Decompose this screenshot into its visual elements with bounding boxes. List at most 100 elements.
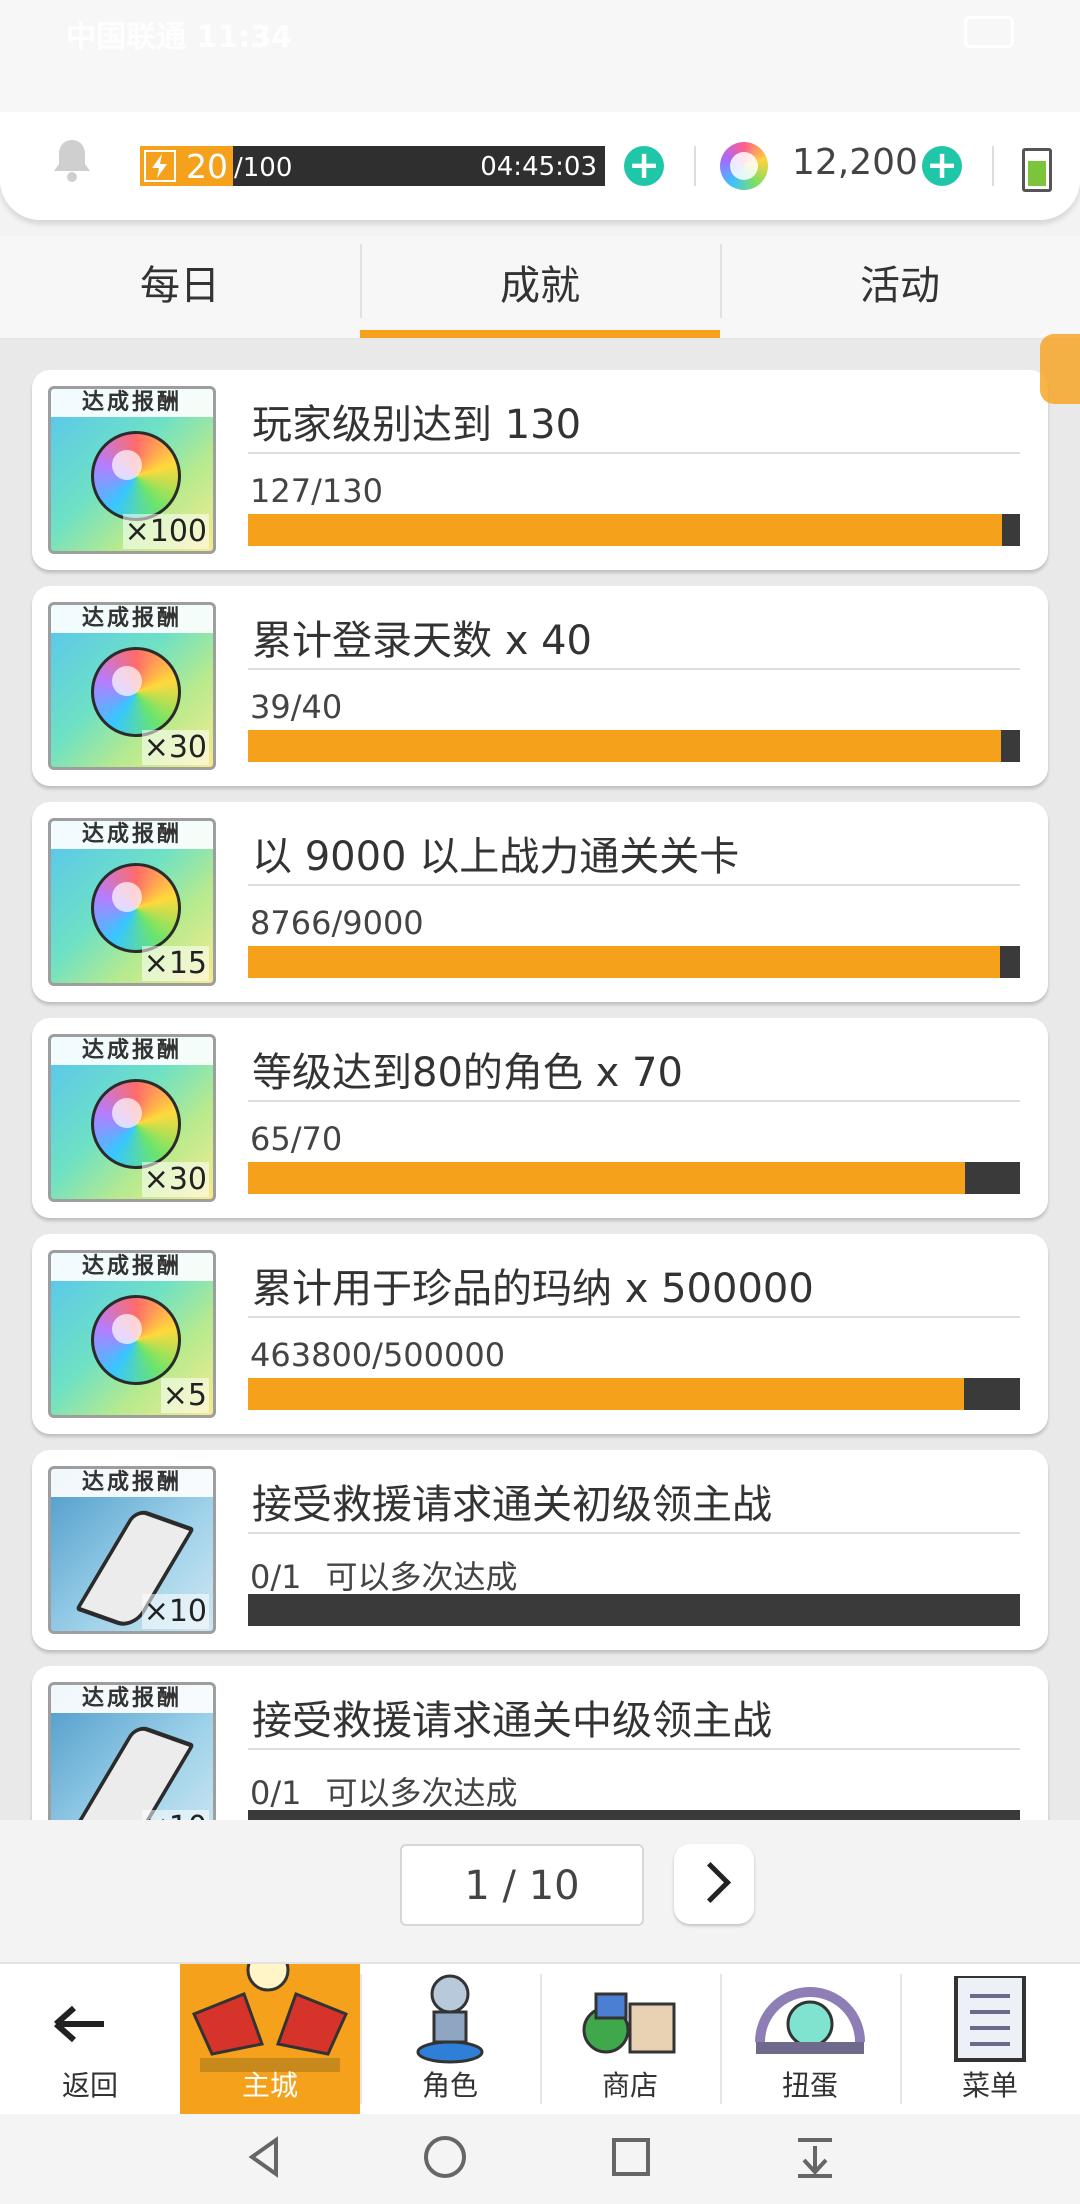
divider	[694, 146, 696, 186]
rainbow-orb-icon	[91, 431, 181, 521]
reward-icon[interactable]: 达成报酬 ×5	[48, 1250, 216, 1418]
reward-icon[interactable]: 达成报酬 ×30	[48, 1034, 216, 1202]
progress-text: 127/130	[250, 472, 383, 510]
nav-label: 菜单	[961, 2069, 1018, 2102]
rainbow-orb-icon	[91, 1295, 181, 1385]
reward-quantity: ×15	[141, 946, 209, 981]
progress-count: 463800/500000	[250, 1336, 506, 1374]
nav-main-city[interactable]: 主城	[180, 1964, 360, 2116]
gacha-icon	[755, 1987, 865, 2054]
reward-banner: 达成报酬	[51, 389, 213, 417]
back-triangle-icon[interactable]	[240, 2132, 290, 2182]
achievement-title: 以 9000 以上战力通关关卡	[252, 834, 740, 880]
system-nav-bar	[0, 2114, 1080, 2204]
nav-character[interactable]: 角色	[360, 1964, 540, 2116]
nav-label: 角色	[421, 2069, 478, 2102]
reward-banner: 达成报酬	[51, 1469, 213, 1497]
progress-text: 0/1 可以多次达成	[250, 1768, 518, 1814]
tab-bar: 每日 成就 活动	[0, 236, 1080, 340]
reward-icon[interactable]: 达成报酬 ×10	[48, 1466, 216, 1634]
nav-label: 商店	[601, 2069, 658, 2102]
achievement-card[interactable]: 达成报酬 ×10 接受救援请求通关初级领主战 0/1 可以多次达成	[32, 1450, 1048, 1650]
reward-quantity: ×30	[141, 730, 209, 765]
achievement-title: 累计登录天数 x 40	[252, 618, 592, 664]
progress-text: 39/40	[250, 688, 342, 726]
reward-quantity: ×10	[141, 1594, 209, 1629]
lightning-icon	[144, 150, 176, 182]
achievement-card[interactable]: 达成报酬 ×30 累计登录天数 x 40 39/40	[32, 586, 1048, 786]
progress-count: 0/1	[250, 1774, 302, 1812]
add-energy-button[interactable]: +	[624, 146, 664, 186]
divider	[248, 1100, 1020, 1102]
tab-label: 活动	[860, 263, 940, 309]
nav-menu[interactable]: 菜单	[900, 1964, 1080, 2116]
reward-icon[interactable]: 达成报酬 ×15	[48, 818, 216, 986]
rainbow-orb-icon	[91, 647, 181, 737]
tab-events[interactable]: 活动	[720, 236, 1080, 340]
achievement-card[interactable]: 达成报酬 ×15 以 9000 以上战力通关关卡 8766/9000	[32, 802, 1048, 1002]
home-circle-icon[interactable]	[420, 2132, 470, 2182]
reward-quantity: ×100	[122, 514, 209, 549]
divider	[248, 452, 1020, 454]
progress-fill	[248, 730, 1001, 762]
achievement-title: 接受救援请求通关初级领主战	[252, 1482, 772, 1528]
divider	[248, 668, 1020, 670]
reward-banner: 达成报酬	[51, 821, 213, 849]
resource-bar: 20 /100 04:45:03 + 12,200 +	[0, 112, 1080, 220]
nav-back[interactable]: 返回	[0, 1964, 180, 2116]
progress-bar	[248, 946, 1020, 978]
repeatable-note: 可以多次达成	[325, 1774, 518, 1812]
clock-label: 11:34	[196, 20, 292, 55]
reward-banner: 达成报酬	[51, 1037, 213, 1065]
progress-bar	[248, 1810, 1020, 1820]
achievement-card[interactable]: 达成报酬 ×100 玩家级别达到 130 127/130	[32, 370, 1048, 570]
progress-bar	[248, 1594, 1020, 1626]
status-battery-icon	[964, 16, 1014, 48]
progress-bar	[248, 1162, 1020, 1194]
recents-square-icon[interactable]	[606, 2132, 656, 2182]
add-gems-button[interactable]: +	[922, 146, 962, 186]
tab-achievements[interactable]: 成就	[360, 236, 720, 340]
nav-shop[interactable]: 商店	[540, 1964, 720, 2116]
achievement-title: 接受救援请求通关中级领主战	[252, 1698, 772, 1744]
divider	[248, 884, 1020, 886]
divider	[248, 1316, 1020, 1318]
reward-icon[interactable]: 达成报酬 ×10	[48, 1682, 216, 1820]
progress-text: 8766/9000	[250, 904, 424, 942]
nav-label: 扭蛋	[781, 2069, 838, 2102]
divider	[992, 146, 994, 186]
energy-timer: 04:45:03	[480, 152, 597, 182]
progress-bar	[248, 1378, 1020, 1410]
progress-bar	[248, 730, 1020, 762]
nav-label: 返回	[61, 2069, 118, 2102]
achievement-title: 玩家级别达到 130	[252, 402, 582, 448]
carrier-time: 中国联通 11:34	[66, 12, 292, 56]
achievement-card[interactable]: 达成报酬 ×5 累计用于珍品的玛纳 x 500000 463800/500000	[32, 1234, 1048, 1434]
achievement-card[interactable]: 达成报酬 ×30 等级达到80的角色 x 70 65/70	[32, 1018, 1048, 1218]
divider	[248, 1532, 1020, 1534]
nav-gacha[interactable]: 扭蛋	[720, 1964, 900, 2116]
progress-fill	[248, 1378, 965, 1410]
reward-icon[interactable]: 达成报酬 ×30	[48, 602, 216, 770]
achievement-title: 累计用于珍品的玛纳 x 500000	[252, 1266, 814, 1312]
progress-bar	[248, 514, 1020, 546]
progress-fill	[248, 946, 1000, 978]
castle-icon	[191, 1964, 349, 2072]
next-page-button[interactable]	[674, 1844, 754, 1924]
progress-count: 127/130	[250, 472, 383, 510]
rainbow-orb-icon	[91, 863, 181, 953]
achievement-card[interactable]: 达成报酬 ×10 接受救援请求通关中级领主战 0/1 可以多次达成	[32, 1666, 1048, 1820]
character-icon	[416, 1974, 484, 2064]
bottom-nav: 返回 主城 角色 商店 扭蛋 菜单	[0, 1962, 1080, 2116]
side-menu-tab[interactable]	[1040, 334, 1080, 404]
progress-text: 65/70	[250, 1120, 342, 1158]
achievement-list[interactable]: 达成报酬 ×100 玩家级别达到 130 127/130 达成报酬 ×30 累计登录天数 x…	[0, 340, 1080, 1820]
reward-icon[interactable]: 达成报酬 ×100	[48, 386, 216, 554]
nav-label: 主城	[241, 2069, 298, 2102]
menu-icon	[954, 1976, 1026, 2062]
gem-icon	[720, 142, 768, 190]
tab-daily[interactable]: 每日	[0, 236, 360, 340]
bell-icon[interactable]	[50, 136, 94, 184]
progress-count: 65/70	[250, 1120, 343, 1158]
notification-pulldown-icon[interactable]	[790, 2132, 840, 2182]
